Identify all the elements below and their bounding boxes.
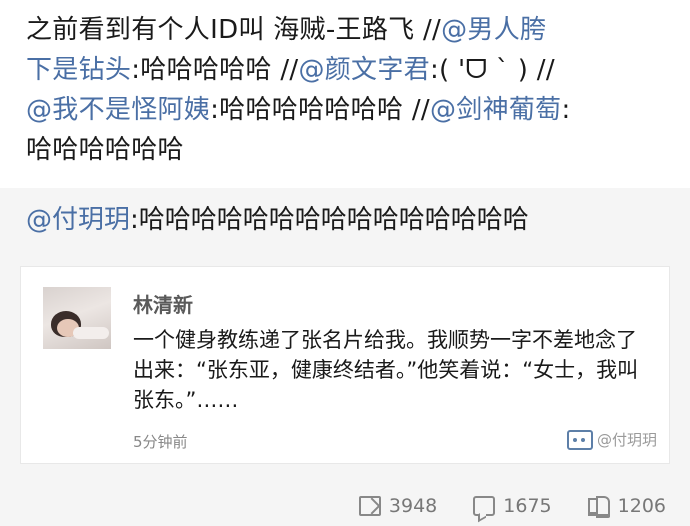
avatar[interactable] <box>43 287 111 349</box>
like-button[interactable]: 1206 <box>587 495 666 518</box>
repost-icon <box>358 496 381 516</box>
mention-link[interactable]: @我不是怪阿姨 <box>26 95 210 125</box>
timestamp: 5分钟前 <box>133 433 188 451</box>
thumbs-up-icon <box>587 496 610 518</box>
comment-count: 1675 <box>503 495 552 517</box>
repost-button[interactable]: 3948 <box>358 495 438 517</box>
post-text-segment: :哈哈哈哈哈 // <box>131 55 299 85</box>
watermark: @付玥玥 <box>566 429 657 450</box>
repost-count: 3948 <box>388 495 438 517</box>
post-text: 之前看到有个人ID叫 海贼-王路飞 //@男人胯 下是钻头:哈哈哈哈哈 //@颜… <box>26 10 664 170</box>
avatar-arm <box>73 327 109 339</box>
watermark-text: @付玥玥 <box>596 431 657 449</box>
comment-text: 一个健身教练递了张名片给我。我顺势一字不差地念了出来：“张东亚，健康终结者。”他… <box>133 328 639 412</box>
comment-button[interactable]: 1675 <box>473 495 552 517</box>
mention-link[interactable]: @颜文字君 <box>298 55 430 85</box>
quoted-comment-card[interactable]: 林清新 一个健身教练递了张名片给我。我顺势一字不差地念了出来：“张东亚，健康终结… <box>20 266 670 464</box>
comment-icon <box>473 496 496 516</box>
post-text-segment: :( 'ᗜ ` ) // <box>429 55 555 85</box>
repost-text: @付玥玥:哈哈哈哈哈哈哈哈哈哈哈哈哈哈哈 <box>26 200 676 240</box>
author-name[interactable]: 林清新 <box>133 289 193 318</box>
mention-link[interactable]: @剑神葡萄 <box>430 95 562 125</box>
mention-link[interactable]: 下是钻头 <box>26 55 131 85</box>
post-text-segment: : <box>561 95 571 125</box>
post-text-segment: :哈哈哈哈哈哈哈 // <box>210 95 430 125</box>
post-text-segment: 哈哈哈哈哈哈 <box>26 135 184 165</box>
post-text-segment: 之前看到有个人ID叫 海贼-王路飞 // <box>26 15 442 45</box>
action-bar: 3948 1675 1206 <box>0 486 690 526</box>
repost-text-segment: :哈哈哈哈哈哈哈哈哈哈哈哈哈哈哈 <box>130 205 529 235</box>
mention-link[interactable]: @付玥玥 <box>26 205 130 235</box>
like-count: 1206 <box>617 495 666 517</box>
mention-link[interactable]: @男人胯 <box>441 15 546 45</box>
weibo-post: 之前看到有个人ID叫 海贼-王路飞 //@男人胯 下是钻头:哈哈哈哈哈 //@颜… <box>0 0 690 188</box>
weibo-logo-icon <box>566 429 593 450</box>
